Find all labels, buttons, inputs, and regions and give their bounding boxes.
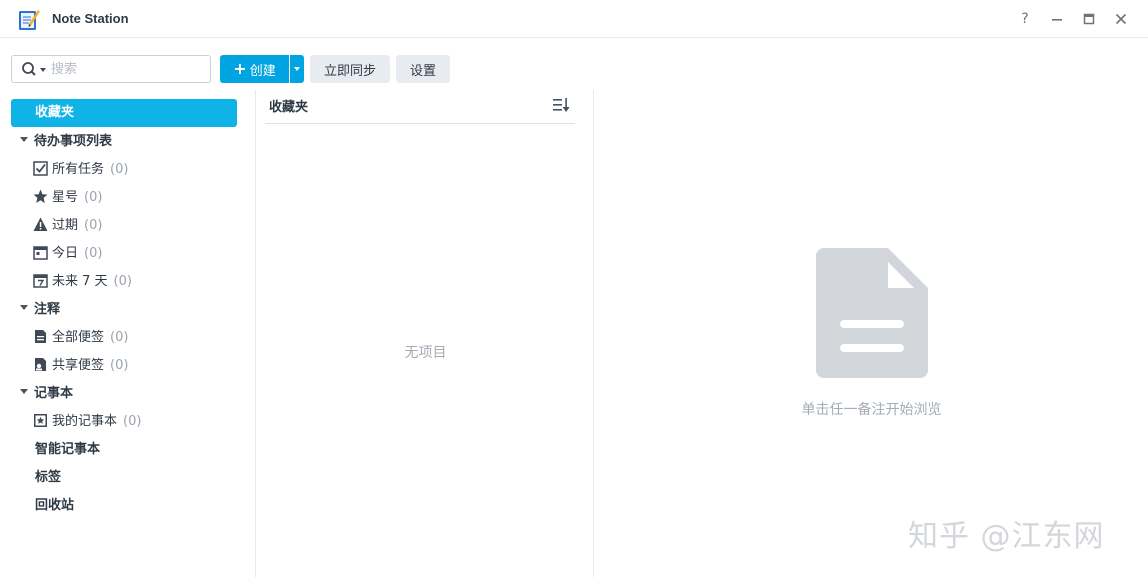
create-dropdown-button[interactable] xyxy=(290,55,304,83)
warning-icon xyxy=(33,217,48,231)
sidebar-item-label: 所有任务 xyxy=(52,162,105,177)
calendar-icon xyxy=(33,246,48,260)
sidebar-item-favorites[interactable]: 收藏夹 xyxy=(11,99,237,127)
item-count: (0) xyxy=(113,274,132,289)
sidebar-item-overdue[interactable]: 过期 (0) xyxy=(33,216,102,236)
close-icon xyxy=(1115,13,1127,25)
sidebar-item-starred[interactable]: 星号 (0) xyxy=(33,188,102,208)
sidebar-section-notebooks[interactable]: 记事本 xyxy=(20,384,73,404)
preview-hint: 单击任一备注开始浏览 xyxy=(801,402,942,418)
sidebar-section-label: 注释 xyxy=(34,302,61,317)
document-icon xyxy=(816,248,928,378)
sort-icon[interactable] xyxy=(553,97,571,113)
maximize-icon xyxy=(1083,13,1095,25)
help-button[interactable]: ? xyxy=(1015,9,1035,29)
item-count: (0) xyxy=(84,246,103,261)
search-input[interactable] xyxy=(51,60,201,78)
sidebar-item-label: 未来 7 天 xyxy=(52,274,108,289)
sidebar-item-tags[interactable]: 标签 xyxy=(35,468,61,488)
sidebar-item-all-notes[interactable]: 全部便签 (0) xyxy=(33,328,128,348)
sidebar-item-recycle-bin[interactable]: 回收站 xyxy=(35,496,74,516)
watermark: 知乎 @江东网 xyxy=(908,519,1105,554)
item-count: (0) xyxy=(110,330,129,345)
calendar-week-icon xyxy=(33,274,48,288)
sidebar-item-next-7-days[interactable]: 未来 7 天 (0) xyxy=(33,272,132,292)
notebook-icon xyxy=(34,414,47,427)
sidebar-item-all-tasks[interactable]: 所有任务 (0) xyxy=(33,160,128,180)
search-options-caret-icon[interactable] xyxy=(40,68,46,72)
sidebar-item-label: 过期 xyxy=(52,218,79,233)
app-title: Note Station xyxy=(52,11,129,26)
sidebar-item-smart-notebooks[interactable]: 智能记事本 xyxy=(35,440,100,460)
search-icon[interactable] xyxy=(21,61,39,77)
minimize-icon xyxy=(1052,19,1062,21)
note-list-title: 收藏夹 xyxy=(269,100,309,115)
sidebar-item-my-notebook[interactable]: 我的记事本 (0) xyxy=(33,412,141,432)
empty-list-text: 无项目 xyxy=(404,345,447,361)
close-button[interactable] xyxy=(1111,9,1131,29)
title-bar: Note Station ? xyxy=(0,0,1148,38)
note-station-app-icon xyxy=(19,10,40,30)
chevron-down-icon xyxy=(20,389,28,394)
note-list-panel: 收藏夹 无项目 xyxy=(257,90,594,577)
preview-panel: 单击任一备注开始浏览 知乎 @江东网 xyxy=(595,90,1148,577)
plus-icon: + xyxy=(233,59,247,78)
shared-notes-icon xyxy=(35,358,46,371)
notes-icon xyxy=(35,330,46,343)
star-icon xyxy=(33,189,48,203)
sync-now-button[interactable]: 立即同步 xyxy=(310,55,390,83)
create-button[interactable]: + 创建 xyxy=(220,55,289,83)
item-count: (0) xyxy=(110,162,129,177)
item-count: (0) xyxy=(84,190,103,205)
settings-button[interactable]: 设置 xyxy=(396,55,450,83)
sidebar-section-label: 待办事项列表 xyxy=(34,134,113,149)
item-count: (0) xyxy=(84,218,103,233)
checkbox-icon xyxy=(33,161,48,176)
search-box[interactable] xyxy=(11,55,211,83)
sidebar-item-today[interactable]: 今日 (0) xyxy=(33,244,102,264)
sidebar-section-todo[interactable]: 待办事项列表 xyxy=(20,132,112,152)
chevron-down-icon xyxy=(20,305,28,310)
minimize-button[interactable] xyxy=(1047,9,1067,29)
sidebar-section-notes[interactable]: 注释 xyxy=(20,300,60,320)
sidebar-item-label: 全部便签 xyxy=(52,330,105,345)
maximize-button[interactable] xyxy=(1079,9,1099,29)
sidebar: 收藏夹 待办事项列表 所有任务 (0) 星号 (0) 过期 (0) 今日 (0) 未来 … xyxy=(0,90,256,577)
sidebar-item-label: 我的记事本 xyxy=(52,414,118,429)
sidebar-item-label: 今日 xyxy=(52,246,79,261)
note-list-header: 收藏夹 xyxy=(265,90,575,124)
sidebar-section-label: 记事本 xyxy=(34,386,74,401)
sidebar-item-shared-notes[interactable]: 共享便签 (0) xyxy=(33,356,128,376)
create-button-label: 创建 xyxy=(249,63,276,79)
item-count: (0) xyxy=(123,414,142,429)
item-count: (0) xyxy=(110,358,129,373)
chevron-down-icon xyxy=(20,137,28,142)
sidebar-item-label: 共享便签 xyxy=(52,358,105,373)
sidebar-item-label: 星号 xyxy=(52,190,79,205)
